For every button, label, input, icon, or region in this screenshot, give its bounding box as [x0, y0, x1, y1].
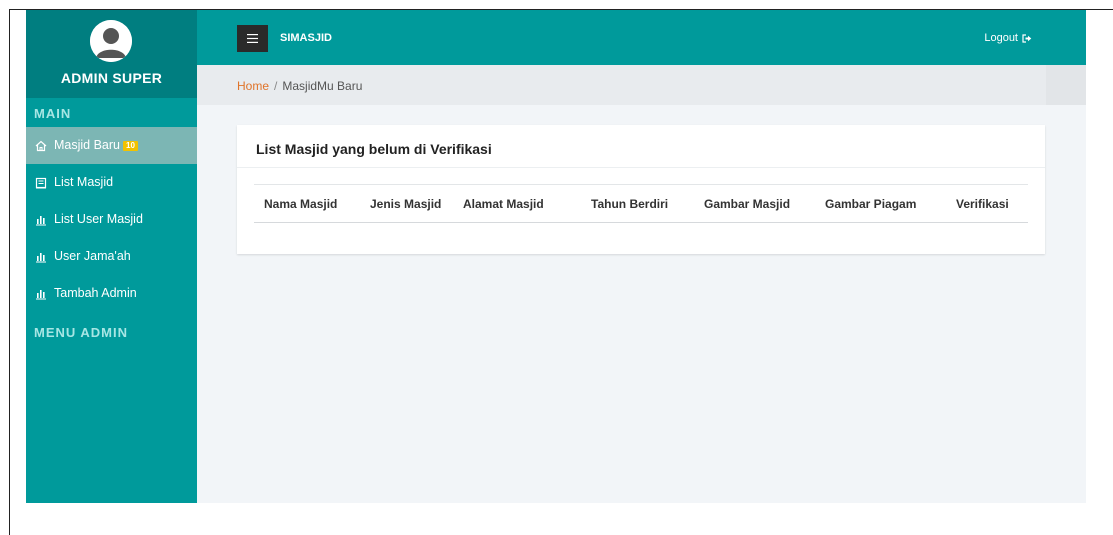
- sidebar-item-list-masjid[interactable]: List Masjid: [26, 164, 197, 201]
- logout-button[interactable]: Logout: [984, 32, 1032, 44]
- section-title-menu-admin: MENU ADMIN: [34, 325, 129, 340]
- sidebar-item-label: User Jama'ah: [54, 249, 131, 263]
- building-icon: [34, 176, 48, 190]
- breadcrumb-separator: /: [274, 79, 278, 93]
- column-header-tahun-berdiri: Tahun Berdiri: [591, 197, 669, 211]
- sidebar-item-label: List User Masjid: [54, 212, 143, 226]
- sidebar-item-list-user-masjid[interactable]: List User Masjid: [26, 201, 197, 238]
- unverified-masjid-card: List Masjid yang belum di Verifikasi Nam…: [237, 125, 1045, 254]
- count-badge: 10: [123, 140, 138, 151]
- home-icon: [34, 139, 48, 153]
- sidebar-item-masjid-baru[interactable]: Masjid Baru 10: [26, 127, 197, 164]
- app-name[interactable]: SIMASJID: [280, 32, 332, 44]
- sidebar-item-label: Masjid Baru: [54, 138, 120, 152]
- main-content: List Masjid yang belum di Verifikasi Nam…: [197, 105, 1086, 503]
- section-title-main: MAIN: [26, 98, 197, 127]
- masjid-table: Nama Masjid Jenis Masjid Alamat Masjid T…: [254, 184, 1028, 223]
- menu-toggle-button[interactable]: [237, 25, 268, 52]
- logout-label: Logout: [984, 32, 1018, 44]
- column-header-alamat-masjid: Alamat Masjid: [463, 197, 544, 211]
- bar-chart-icon: [34, 250, 48, 264]
- sign-out-icon: [1022, 33, 1032, 43]
- column-header-nama-masjid: Nama Masjid: [264, 197, 338, 211]
- sidebar-item-tambah-admin[interactable]: Tambah Admin: [26, 275, 197, 312]
- breadcrumb-edge: [1046, 65, 1086, 105]
- admin-name: ADMIN SUPER: [60, 70, 163, 86]
- sidebar-profile: ADMIN SUPER: [26, 10, 197, 98]
- breadcrumb-current: MasjidMu Baru: [282, 79, 363, 93]
- breadcrumb-home-link[interactable]: Home: [237, 79, 269, 93]
- breadcrumb: Home / MasjidMu Baru: [197, 65, 1086, 105]
- bar-chart-icon: [34, 213, 48, 227]
- card-divider: [237, 167, 1045, 168]
- bar-chart-icon: [34, 287, 48, 301]
- column-header-gambar-piagam: Gambar Piagam: [825, 197, 917, 211]
- column-header-jenis-masjid: Jenis Masjid: [370, 197, 442, 211]
- avatar: [90, 20, 132, 62]
- sidebar-item-label: List Masjid: [54, 175, 114, 189]
- card-title: List Masjid yang belum di Verifikasi: [256, 141, 492, 157]
- column-header-verifikasi: Verifikasi: [956, 197, 1009, 211]
- sidebar-item-label: Tambah Admin: [54, 286, 137, 300]
- column-header-gambar-masjid: Gambar Masjid: [704, 197, 791, 211]
- sidebar: ADMIN SUPER MAIN Masjid Baru 10 List Mas…: [26, 10, 197, 503]
- user-icon: [90, 20, 132, 62]
- hamburger-icon: [247, 34, 258, 43]
- sidebar-item-user-jamaah[interactable]: User Jama'ah: [26, 238, 197, 275]
- topbar: SIMASJID Logout: [197, 10, 1086, 65]
